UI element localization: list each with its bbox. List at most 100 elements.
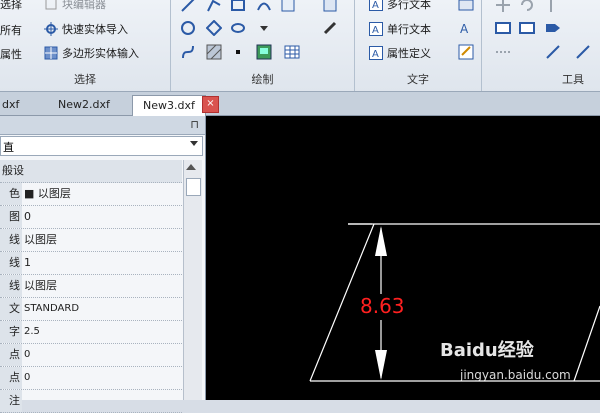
property-row-color[interactable]: 色 ■ 以图层 [0,183,182,206]
move-tool-icon[interactable] [494,0,512,14]
property-scrollbar[interactable] [183,160,202,400]
diamond-tool-icon[interactable] [205,19,223,37]
property-key: 注 [0,390,22,412]
dotted-line-icon[interactable] [494,43,512,61]
property-row-annotation[interactable]: 注 [0,390,182,413]
drawing-canvas[interactable] [206,116,600,400]
scroll-thumb[interactable] [186,178,201,196]
property-row-lineweight[interactable]: 线 以图层 [0,275,182,298]
ribbon: 选择 块编辑器 所有 快速实体导入 属性 多边形实体输入 选择 绘制 A 多行文… [0,0,600,92]
table-tool-icon[interactable] [283,43,301,61]
dimension-value-text: 8.63 [360,294,405,318]
ribbon-group-draw: 绘制 [171,0,355,91]
mirror-tool-icon[interactable] [542,0,560,14]
block-editor-icon [44,0,58,11]
property-value[interactable]: STANDARD [24,298,79,320]
properties-button[interactable]: 属性 [0,46,22,62]
line-tool-icon[interactable] [179,0,197,14]
mtext-icon: A [369,0,383,11]
text-align-icon[interactable] [457,43,475,61]
property-category-label: 般设 [0,160,44,182]
property-value[interactable]: 2.5 [24,321,40,343]
select-all-button[interactable]: 所有 [0,22,22,38]
mtext-label: 多行文本 [387,0,431,11]
property-row-linetype[interactable]: 线 以图层 [0,229,182,252]
attribute-define-button[interactable]: A 属性定义 [369,45,431,61]
window-tool-icon[interactable] [494,19,512,37]
polyline-tool-icon[interactable] [205,0,223,14]
tab-new3[interactable]: New3.dxf [132,95,206,116]
property-key: 文 [0,298,22,320]
tab-new2[interactable]: New2.dxf [48,95,120,115]
extend-tool-icon[interactable] [574,43,592,61]
arrow-dropdown-icon[interactable] [255,19,273,37]
frame-tool-icon[interactable] [518,19,536,37]
spline-tool-icon[interactable] [179,43,197,61]
polygon-solid-input-label: 多边形实体输入 [62,47,139,60]
polygon-dropdown-icon[interactable] [279,0,297,14]
svg-text:A: A [460,22,469,36]
text-style-icon[interactable] [457,0,475,14]
baidu-watermark: Baidu经验 [440,340,534,361]
single-text-button[interactable]: A 单行文本 [369,21,431,37]
document-tabbar: dxf New2.dxf New3.dxf × [0,92,600,116]
dimension-arrow-up [375,226,387,256]
block-editor-button[interactable]: 块编辑器 [44,0,106,12]
property-key: 点 [0,344,22,366]
arc-tool-icon[interactable] [255,0,273,14]
select-label: 选择 [0,0,22,11]
text-edit-icon[interactable]: A [457,19,475,37]
ribbon-group-text: A 多行文本 A 单行文本 A 属性定义 A 文字 [355,0,482,91]
property-value[interactable]: 0 [24,206,31,228]
tab-dxf[interactable]: dxf [0,95,29,115]
property-row-point-1[interactable]: 点 0 [0,344,182,367]
property-row-layer[interactable]: 图 0 [0,206,182,229]
property-value[interactable]: 以图层 [24,275,57,297]
property-value[interactable]: ■ 以图层 [24,183,71,205]
chevron-down-icon[interactable] [190,141,198,146]
mtext-button[interactable]: A 多行文本 [369,0,431,12]
property-key: 色 [0,183,22,205]
tab-close-icon[interactable]: × [202,96,219,113]
draw-group-label: 绘制 [251,73,274,86]
single-text-label: 单行文本 [387,23,431,36]
hatch-tool-icon[interactable] [205,43,223,61]
property-value[interactable]: 0 [24,344,30,366]
pin-icon[interactable]: ⊓ [190,118,199,131]
property-key: 字 [0,321,22,343]
property-row-point-2[interactable]: 点 0 [0,367,182,390]
entity-type-value: 直 [3,141,14,154]
properties-panel-header: ⊓ [0,116,205,135]
circle-tool-icon[interactable] [179,19,197,37]
property-category-row[interactable]: 般设 [0,160,182,183]
ellipse-tool-icon[interactable] [229,19,247,37]
drawing-svg [309,223,600,382]
property-value[interactable]: 以图层 [24,229,57,251]
polygon-solid-input-button[interactable]: 多边形实体输入 [44,45,139,61]
select-button[interactable]: 选择 [0,0,22,12]
trim-tool-icon[interactable] [544,43,562,61]
property-row-linescale[interactable]: 线 1 [0,252,182,275]
entity-type-dropdown[interactable]: 直 [0,136,203,156]
scroll-up-icon[interactable] [186,164,196,170]
tag-dropdown-icon[interactable] [544,19,562,37]
point-tool-icon[interactable] [229,43,247,61]
insert-block-icon[interactable] [321,0,339,14]
quick-solid-import-label: 快速实体导入 [62,23,128,36]
attribute-define-icon: A [369,46,383,60]
grid-icon [44,46,58,60]
property-value[interactable]: 1 [24,252,31,274]
block-editor-label: 块编辑器 [62,0,106,11]
rectangle-tool-icon[interactable] [229,0,247,14]
property-row-textheight[interactable]: 字 2.5 [0,321,182,344]
quick-solid-import-button[interactable]: 快速实体导入 [44,21,128,37]
property-value[interactable]: 0 [24,367,30,389]
select-all-label: 所有 [0,24,22,37]
brush-tool-icon[interactable] [321,19,339,37]
property-key: 点 [0,367,22,389]
rotate-tool-icon[interactable] [518,0,536,14]
image-tool-icon[interactable] [255,43,273,61]
property-row-textstyle[interactable]: 文 STANDARD [0,298,182,321]
property-key: 线 [0,229,22,251]
ribbon-group-select: 选择 块编辑器 所有 快速实体导入 属性 多边形实体输入 选择 [0,0,171,91]
